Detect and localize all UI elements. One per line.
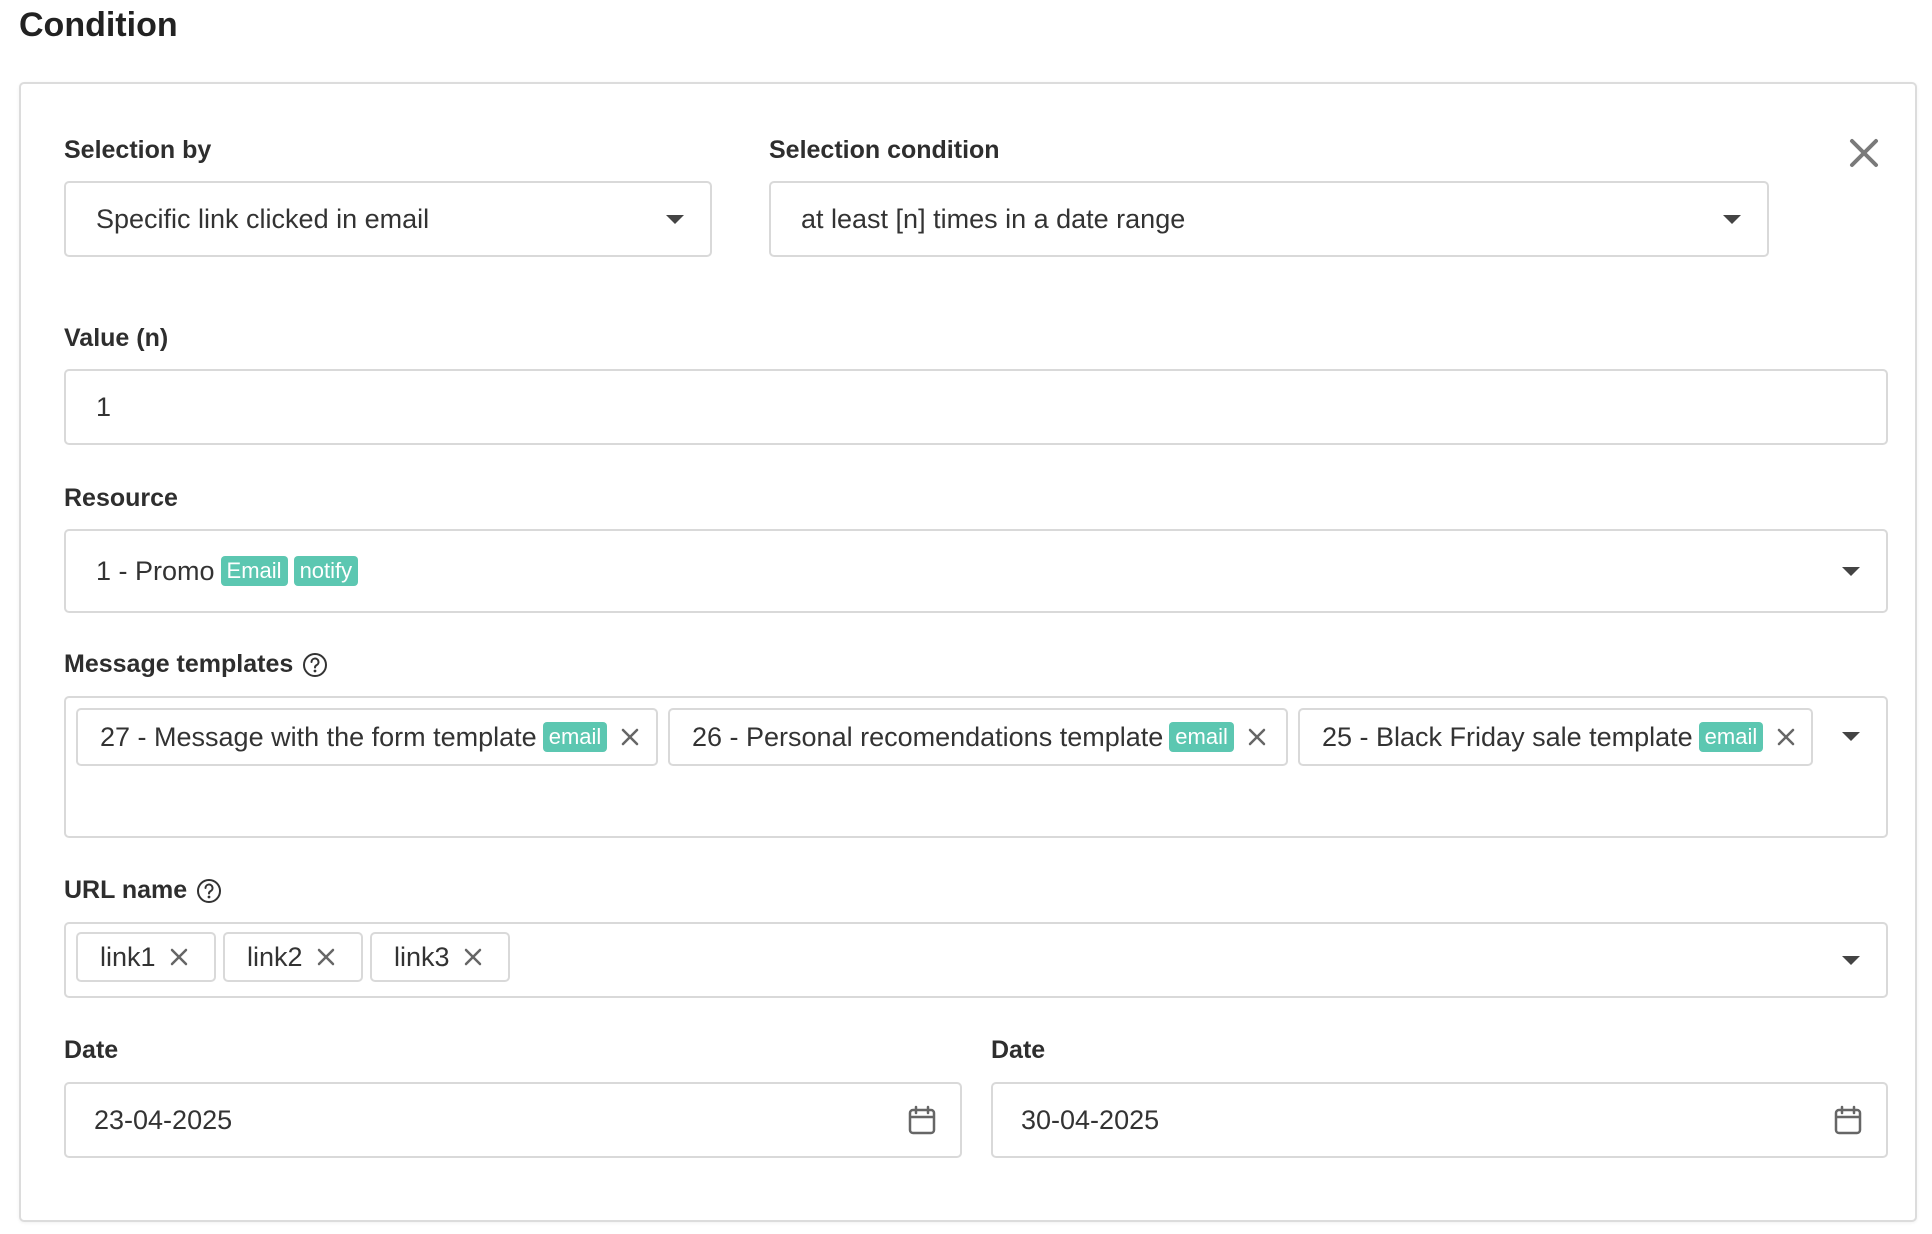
template-chip-26[interactable]: 26 - Personal recomendations template em…	[668, 708, 1288, 766]
question-circle-icon[interactable]	[196, 878, 222, 904]
url-chip-link2[interactable]: link2	[223, 932, 363, 982]
page-title: Condition	[19, 6, 178, 44]
resource-label-text: Resource	[64, 484, 178, 512]
date-to-input[interactable]: 30-04-2025	[991, 1082, 1888, 1158]
template-chip-badge: email	[542, 722, 608, 752]
value-n-label-text: Value (n)	[64, 324, 169, 352]
chevron-down-icon	[1842, 732, 1860, 741]
date-from-label: Date	[64, 1036, 118, 1065]
url-name-label: URL name	[64, 876, 222, 905]
calendar-icon[interactable]	[908, 1105, 936, 1135]
message-templates-label-text: Message templates	[64, 650, 294, 678]
value-n-value: 1	[96, 391, 112, 422]
x-icon[interactable]	[315, 946, 337, 968]
x-icon[interactable]	[1246, 726, 1268, 748]
value-n-label: Value (n)	[64, 324, 168, 353]
chevron-down-icon	[666, 215, 684, 224]
template-chip-text: 26 - Personal recomendations template	[692, 721, 1164, 752]
x-icon[interactable]	[462, 946, 484, 968]
x-icon[interactable]	[168, 946, 190, 968]
date-to-label-text: Date	[991, 1036, 1046, 1064]
x-icon[interactable]	[1775, 726, 1797, 748]
date-from-input[interactable]: 23-04-2025	[64, 1082, 962, 1158]
resource-badge-notify: notify	[293, 556, 359, 586]
url-name-label-text: URL name	[64, 876, 188, 904]
template-chip-badge: email	[1698, 722, 1764, 752]
url-chip-text: link1	[100, 941, 156, 972]
close-icon[interactable]	[1847, 136, 1881, 170]
selection-condition-select[interactable]: at least [n] times in a date range	[769, 181, 1769, 257]
resource-value: 1 - Promo	[96, 555, 215, 586]
url-chip-link1[interactable]: link1	[76, 932, 216, 982]
question-circle-icon[interactable]	[302, 652, 328, 678]
date-from-value: 23-04-2025	[94, 1104, 233, 1135]
url-chip-text: link3	[394, 941, 450, 972]
selection-by-label: Selection by	[64, 136, 211, 165]
resource-label: Resource	[64, 484, 178, 513]
selection-by-label-text: Selection by	[64, 136, 212, 164]
date-from-label-text: Date	[64, 1036, 119, 1064]
chevron-down-icon	[1723, 215, 1741, 224]
template-chip-27[interactable]: 27 - Message with the form template emai…	[76, 708, 658, 766]
date-to-value: 30-04-2025	[1021, 1104, 1160, 1135]
message-templates-label: Message templates	[64, 650, 328, 679]
template-chip-text: 25 - Black Friday sale template	[1322, 721, 1693, 752]
value-n-input[interactable]: 1	[64, 369, 1888, 445]
selection-by-value: Specific link clicked in email	[96, 203, 430, 234]
selection-condition-label: Selection condition	[769, 136, 1000, 165]
chevron-down-icon	[1842, 567, 1860, 576]
selection-by-select[interactable]: Specific link clicked in email	[64, 181, 712, 257]
template-chip-text: 27 - Message with the form template	[100, 721, 537, 752]
selection-condition-label-text: Selection condition	[769, 136, 1000, 164]
url-chip-text: link2	[247, 941, 303, 972]
selection-condition-value: at least [n] times in a date range	[801, 203, 1186, 234]
x-icon[interactable]	[619, 726, 641, 748]
template-chip-25[interactable]: 25 - Black Friday sale template email	[1298, 708, 1813, 766]
calendar-icon[interactable]	[1834, 1105, 1862, 1135]
condition-panel: Selection by Specific link clicked in em…	[19, 82, 1917, 1222]
chevron-down-icon	[1842, 956, 1860, 965]
resource-select[interactable]: 1 - Promo Email notify	[64, 529, 1888, 613]
url-chip-link3[interactable]: link3	[370, 932, 510, 982]
template-chip-badge: email	[1169, 722, 1234, 752]
resource-badge-email: Email	[220, 556, 288, 586]
date-to-label: Date	[991, 1036, 1045, 1065]
